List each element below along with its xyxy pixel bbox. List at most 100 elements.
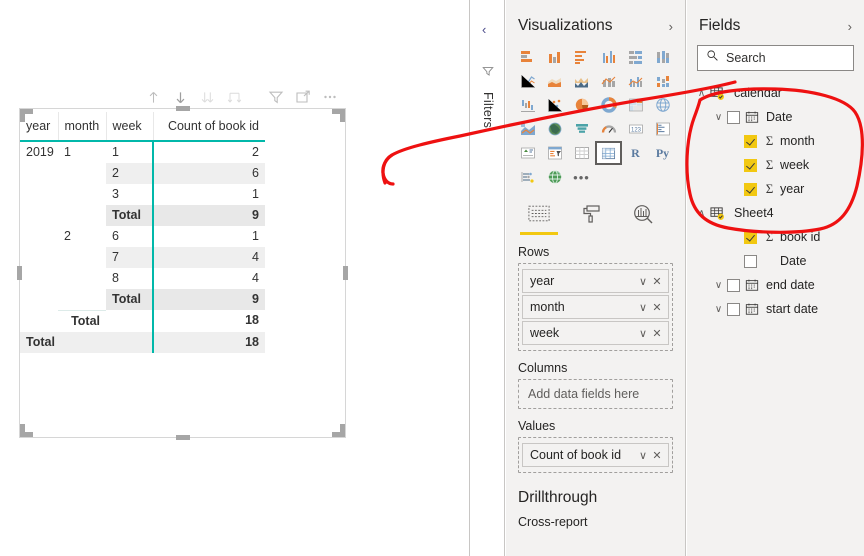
area-chart-icon[interactable] — [541, 69, 568, 93]
matrix-row[interactable]: 26 — [20, 163, 265, 184]
visualizations-pane[interactable]: Visualizations › 123 R Py ••• Rows year ∨ ✕ mon… — [506, 0, 686, 556]
matrix-row[interactable]: 84 — [20, 268, 265, 289]
matrix-row[interactable]: Total 9 — [20, 205, 265, 226]
resize-handle-bottom[interactable] — [175, 435, 190, 440]
r-script-visual-icon[interactable]: R — [622, 141, 649, 165]
chevron-right-icon[interactable]: › — [669, 19, 673, 34]
field-checkbox[interactable] — [727, 278, 740, 292]
well-dropzone-values[interactable]: Count of book id ∨ ✕ — [518, 437, 673, 473]
matrix-row[interactable]: 74 — [20, 247, 265, 268]
chevron-down-icon[interactable]: ∨ — [636, 301, 650, 314]
well-chip[interactable]: week ∨ ✕ — [522, 321, 669, 345]
shape-map-icon[interactable] — [541, 117, 568, 141]
python-visual-icon[interactable]: Py — [649, 141, 676, 165]
matrix-row[interactable]: Total 18 — [20, 309, 265, 332]
pie-chart-icon[interactable] — [568, 93, 595, 117]
matrix-icon[interactable] — [595, 141, 622, 165]
matrix-row[interactable]: 2 6 1 — [20, 226, 265, 247]
filters-pane-collapsed[interactable]: ‹ Filters — [471, 0, 505, 556]
chevron-up-icon[interactable]: ∧ — [693, 208, 710, 219]
field-tree-item-book-id[interactable]: · Σbook id — [687, 225, 864, 249]
field-checkbox[interactable] — [744, 182, 757, 196]
matrix-col-header-week[interactable]: week — [106, 112, 154, 142]
stacked-column-chart-icon[interactable] — [541, 45, 568, 69]
matrix-col-header-month[interactable]: month — [58, 112, 107, 142]
table-icon[interactable] — [568, 141, 595, 165]
matrix-row[interactable]: 31 — [20, 184, 265, 205]
drill-up-icon[interactable] — [140, 86, 167, 108]
line-and-stacked-column-chart-icon[interactable] — [595, 69, 622, 93]
field-tree[interactable]: ∧ calendar ∨ Date · Σmonth · Σweek · Σyear ∧ Sheet4… — [687, 81, 864, 321]
100-stacked-bar-chart-icon[interactable] — [622, 45, 649, 69]
field-checkbox[interactable] — [744, 134, 757, 148]
resize-handle-top[interactable] — [175, 106, 190, 111]
clustered-column-chart-icon[interactable] — [595, 45, 622, 69]
card-icon[interactable]: 123 — [622, 117, 649, 141]
remove-field-icon[interactable]: ✕ — [650, 301, 664, 314]
chevron-down-icon[interactable]: ∨ — [710, 112, 727, 123]
field-checkbox[interactable] — [744, 158, 757, 172]
field-tree-item-start-date[interactable]: ∨ start date — [687, 297, 864, 321]
matrix-visual[interactable]: year month week Count of book id 2019 1 1 2… — [20, 112, 265, 353]
field-checkbox[interactable] — [744, 254, 757, 268]
chevron-down-icon[interactable]: ∨ — [710, 280, 727, 291]
field-wells[interactable]: Rows year ∨ ✕ month ∨ ✕ week ∨ ✕ Columns Add data f… — [506, 245, 685, 473]
waterfall-chart-icon[interactable] — [514, 93, 541, 117]
gauge-icon[interactable] — [595, 117, 622, 141]
well-dropzone-columns[interactable]: Add data fields here — [518, 379, 673, 409]
chevron-down-icon[interactable]: ∨ — [636, 449, 650, 462]
field-tree-item-month[interactable]: · Σmonth — [687, 129, 864, 153]
chevron-down-icon[interactable]: ∨ — [636, 327, 650, 340]
search-input[interactable]: Search — [697, 45, 854, 71]
key-influencers-icon[interactable] — [514, 165, 541, 189]
expand-all-icon[interactable] — [194, 86, 221, 108]
matrix-col-header-year[interactable]: year — [20, 112, 59, 142]
map-icon[interactable] — [649, 93, 676, 117]
slicer-icon[interactable] — [541, 141, 568, 165]
field-tree-item-date[interactable]: ∨ Date — [687, 105, 864, 129]
chevron-down-icon[interactable]: ∨ — [636, 275, 650, 288]
field-checkbox[interactable] — [744, 230, 757, 244]
stacked-bar-chart-icon[interactable] — [514, 45, 541, 69]
stacked-area-chart-icon[interactable] — [568, 69, 595, 93]
remove-field-icon[interactable]: ✕ — [650, 327, 664, 340]
more-options-icon[interactable] — [316, 86, 343, 108]
line-chart-icon[interactable] — [514, 69, 541, 93]
remove-field-icon[interactable]: ✕ — [650, 449, 664, 462]
resize-handle-right[interactable] — [343, 266, 348, 280]
expand-filters-pane-button[interactable]: ‹ — [482, 22, 486, 37]
treemap-icon[interactable] — [622, 93, 649, 117]
get-more-visuals-icon[interactable] — [541, 165, 568, 189]
multi-row-card-icon[interactable] — [649, 117, 676, 141]
100-stacked-column-chart-icon[interactable] — [649, 45, 676, 69]
matrix-row[interactable]: Total 9 — [20, 289, 265, 310]
field-tree-item-end-date[interactable]: ∨ end date — [687, 273, 864, 297]
field-checkbox[interactable] — [727, 302, 740, 316]
more-visuals-ellipsis-icon[interactable]: ••• — [568, 165, 595, 189]
report-canvas[interactable]: year month week Count of book id 2019 1 1 2… — [0, 0, 470, 556]
field-tree-item-week[interactable]: · Σweek — [687, 153, 864, 177]
visualization-gallery[interactable]: 123 R Py ••• — [506, 45, 685, 189]
field-tree-item-year[interactable]: · Σyear — [687, 177, 864, 201]
donut-chart-icon[interactable] — [595, 93, 622, 117]
line-and-clustered-column-chart-icon[interactable] — [622, 69, 649, 93]
focus-mode-icon[interactable] — [289, 86, 316, 108]
matrix-row[interactable]: 2019 1 1 2 — [20, 141, 265, 163]
visual-header-toolbar[interactable] — [140, 86, 345, 108]
field-checkbox[interactable] — [727, 110, 740, 124]
chevron-up-icon[interactable]: ∧ — [693, 88, 710, 99]
field-tree-item-date[interactable]: · Date — [687, 249, 864, 273]
well-dropzone-rows[interactable]: year ∨ ✕ month ∨ ✕ week ∨ ✕ — [518, 263, 673, 351]
well-chip[interactable]: month ∨ ✕ — [522, 295, 669, 319]
chevron-down-icon[interactable]: ∨ — [710, 304, 727, 315]
scatter-chart-icon[interactable] — [541, 93, 568, 117]
matrix-col-header-count-of-book-id[interactable]: Count of book id — [153, 112, 265, 142]
well-chip[interactable]: year ∨ ✕ — [522, 269, 669, 293]
drill-down-icon[interactable] — [167, 86, 194, 108]
matrix-row[interactable]: Total 18 — [20, 331, 265, 353]
well-chip[interactable]: Count of book id ∨ ✕ — [522, 443, 669, 467]
chevron-right-icon[interactable]: › — [848, 19, 852, 34]
fields-tab[interactable] — [520, 203, 558, 235]
funnel-chart-icon[interactable] — [568, 117, 595, 141]
field-tree-item-sheet4[interactable]: ∧ Sheet4 — [687, 201, 864, 225]
